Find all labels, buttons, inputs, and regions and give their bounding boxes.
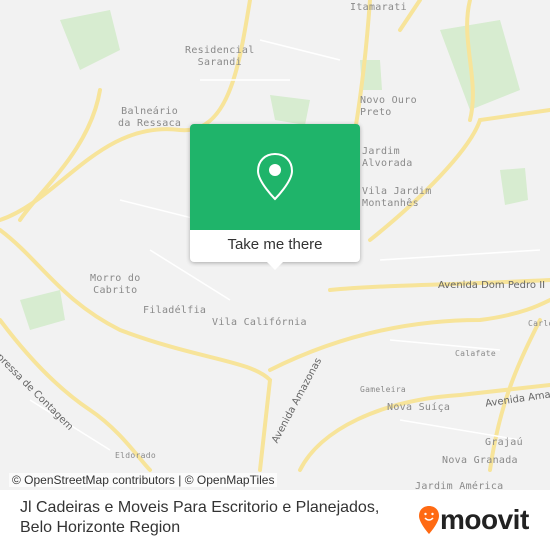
neighborhood-label: Eldorado <box>115 451 156 460</box>
footer: Jl Cadeiras e Moveis Para Escritorio e P… <box>0 490 550 550</box>
park <box>20 290 65 330</box>
neighborhood-label: Gameleira <box>360 385 407 394</box>
popup-header <box>190 124 360 230</box>
park <box>270 95 310 125</box>
neighborhood-label: Calafate <box>455 349 496 358</box>
neighborhood-label: Grajaú <box>485 437 523 448</box>
park <box>500 168 528 205</box>
road-label: Avenida Dom Pedro II <box>438 280 546 291</box>
moovit-pin-icon <box>419 506 439 534</box>
destination-popup: Take me there <box>190 124 360 270</box>
map-pin-icon <box>256 152 294 201</box>
neighborhood-label: Jardim Alvorada <box>362 146 413 169</box>
place-title-line2: Belo Horizonte Region <box>20 519 181 536</box>
neighborhood-label: Vila Califórnia <box>212 317 307 328</box>
park <box>60 10 120 70</box>
moovit-wordmark: moovit <box>440 504 529 535</box>
neighborhood-label: Vila Jardim Montanhês <box>362 186 432 209</box>
map-roads <box>0 0 550 472</box>
map[interactable]: Itamarati Residencial Sarandi Balneário … <box>0 0 550 550</box>
neighborhood-label: Carlos <box>528 319 550 328</box>
place-title-line1: Jl Cadeiras e Moveis Para Escritorio e P… <box>20 499 380 516</box>
neighborhood-label: Itamarati <box>350 2 407 13</box>
neighborhood-label: Nova Suíça <box>387 402 451 413</box>
park <box>440 20 520 110</box>
popup-tail <box>267 262 283 270</box>
moovit-logo[interactable]: moovit <box>418 504 529 536</box>
place-title: Jl Cadeiras e Moveis Para Escritorio e P… <box>20 498 379 538</box>
neighborhood-label: Residencial Sarandi <box>185 45 255 68</box>
neighborhood-label: Balneário da Ressaca <box>118 106 182 129</box>
take-me-there-button[interactable]: Take me there <box>190 230 360 262</box>
neighborhood-label: Nova Granada <box>442 455 518 466</box>
neighborhood-label: Morro do Cabrito <box>90 273 141 296</box>
neighborhood-label: Filadélfia <box>143 305 207 316</box>
neighborhood-label: Novo Ouro Preto <box>360 95 417 118</box>
map-attribution[interactable]: © OpenStreetMap contributors | © OpenMap… <box>9 473 278 487</box>
